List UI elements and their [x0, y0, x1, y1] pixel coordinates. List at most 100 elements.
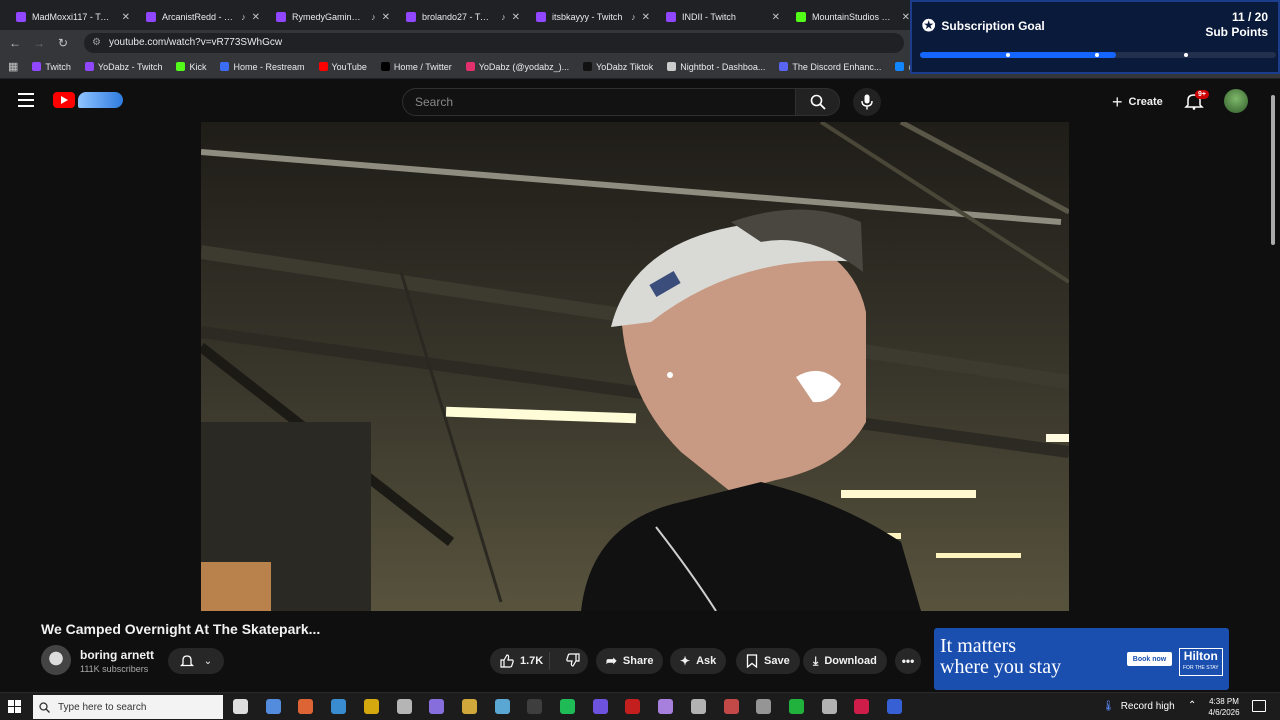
browser-tab[interactable]: INDII - Twitch ✕: [658, 4, 788, 30]
browser-tab[interactable]: MadMoxxi117 - Twitch ✕: [8, 4, 138, 30]
browser-tab[interactable]: RymedyGaming - Twitch ♪ ✕: [268, 4, 398, 30]
create-button[interactable]: + Create: [1102, 89, 1173, 115]
ad-book-now-button[interactable]: Book now: [1127, 652, 1172, 666]
browser-tab[interactable]: ArcanistRedd - Twitch ♪ ✕: [138, 4, 268, 30]
channel-avatar[interactable]: [41, 645, 71, 675]
channel-name[interactable]: boring arnett: [80, 648, 154, 662]
bookmark-favicon-icon: [465, 62, 475, 71]
tab-audio-icon[interactable]: ♪: [501, 12, 506, 22]
bookmark-favicon-icon: [318, 62, 328, 71]
twitch-icon: [406, 12, 416, 22]
tab-close-icon[interactable]: ✕: [382, 12, 390, 23]
bookmark-favicon-icon: [220, 62, 230, 71]
browser-tab[interactable]: MountainStudios Stream ✕: [788, 4, 918, 30]
bookmark-favicon-icon: [779, 62, 789, 71]
app-icon[interactable]: [821, 699, 837, 714]
weather-widget[interactable]: 🌡 Record high: [1102, 701, 1175, 712]
like-button[interactable]: 1.7K: [490, 652, 550, 670]
settings-icon[interactable]: [690, 699, 706, 714]
hamburger-menu-icon[interactable]: [18, 93, 34, 107]
kick-icon: [796, 12, 806, 22]
forward-icon[interactable]: →: [32, 36, 46, 50]
bookmark-item[interactable]: Twitch: [32, 62, 71, 72]
chrome-icon[interactable]: [363, 699, 379, 714]
file-explorer-icon[interactable]: [461, 699, 477, 714]
tray-overflow-icon[interactable]: ⌃: [1188, 700, 1196, 711]
task-view-icon[interactable]: [233, 699, 248, 714]
reload-icon[interactable]: ↻: [56, 36, 70, 50]
bookmark-item[interactable]: Nightbot - Dashboa...: [667, 62, 765, 72]
share-label: Share: [622, 655, 654, 667]
search-input[interactable]: Search: [402, 88, 796, 116]
windows-start-icon[interactable]: [8, 700, 22, 714]
tab-close-icon[interactable]: ✕: [772, 12, 780, 23]
save-button[interactable]: Save: [736, 648, 800, 674]
tab-audio-icon[interactable]: ♪: [631, 12, 636, 22]
firefox-icon[interactable]: [298, 699, 314, 714]
spotify-icon[interactable]: [560, 699, 575, 714]
bookmark-item[interactable]: Home - Restream: [220, 62, 305, 72]
discord-icon[interactable]: [592, 699, 608, 714]
taskbar-search[interactable]: Type here to search: [33, 695, 223, 719]
bookmark-item[interactable]: Kick: [176, 62, 206, 72]
bookmark-item[interactable]: YoDabz (@yodabz_)...: [465, 62, 569, 72]
back-icon[interactable]: ←: [8, 36, 22, 50]
more-actions-button[interactable]: •••: [895, 648, 921, 674]
site-info-icon[interactable]: ⚙: [92, 37, 101, 48]
bookmark-item[interactable]: YoDabz - Twitch: [84, 61, 163, 72]
share-button[interactable]: ➦ Share: [596, 648, 664, 674]
tab-title: brolando27 - Twitch: [422, 12, 496, 22]
tab-audio-icon[interactable]: ♪: [241, 12, 246, 22]
thumbs-down-icon: [566, 652, 580, 667]
edge-icon[interactable]: [331, 699, 347, 714]
app-icon[interactable]: [788, 699, 804, 714]
tab-close-icon[interactable]: ✕: [512, 12, 520, 23]
youtube-logo[interactable]: [53, 92, 75, 108]
app-icon[interactable]: [429, 699, 445, 714]
tiktok-icon[interactable]: [854, 699, 870, 714]
tab-close-icon[interactable]: ✕: [902, 12, 910, 23]
tab-audio-icon[interactable]: ♪: [371, 12, 376, 22]
ask-button[interactable]: ✦ Ask: [670, 648, 727, 674]
obs-icon[interactable]: [396, 699, 412, 714]
search-button[interactable]: [796, 88, 840, 116]
app-icon[interactable]: [887, 699, 902, 714]
steam-icon[interactable]: [494, 699, 510, 714]
notification-center-icon[interactable]: [1252, 700, 1266, 712]
bookmark-item[interactable]: The Discord Enhanc...: [779, 62, 881, 72]
tab-title: itsbkayyy - Twitch: [552, 12, 623, 22]
page-scrollbar[interactable]: [1270, 85, 1276, 695]
dislike-button[interactable]: [556, 652, 580, 670]
browser-tab[interactable]: itsbkayyy - Twitch ♪ ✕: [528, 4, 658, 30]
video-player[interactable]: [201, 122, 1069, 611]
subgoal-unit: Sub Points: [1205, 25, 1268, 39]
ad-headline-line2: where you stay: [940, 656, 1062, 678]
bookmark-label: YoDabz - Twitch: [97, 61, 163, 72]
app-icon[interactable]: [625, 699, 641, 714]
pen-icon[interactable]: [658, 699, 674, 714]
bookmark-item[interactable]: YoDabz Tiktok: [583, 62, 653, 72]
star-icon: ✪: [922, 18, 936, 35]
browser-tab[interactable]: brolando27 - Twitch ♪ ✕: [398, 4, 528, 30]
bookmark-favicon-icon: [32, 62, 42, 71]
apps-grid-icon[interactable]: ▦: [8, 60, 18, 73]
tab-close-icon[interactable]: ✕: [122, 12, 130, 23]
address-bar[interactable]: ⚙ youtube.com/watch?v=vR773SWhGcw: [84, 32, 904, 53]
download-button[interactable]: ⤓ Download: [803, 648, 887, 674]
youtube-doodle-icon[interactable]: [78, 92, 123, 108]
tab-close-icon[interactable]: ✕: [252, 12, 260, 23]
voice-search-button[interactable]: [853, 88, 881, 116]
app-icon[interactable]: [756, 699, 772, 714]
bookmark-item[interactable]: YouTube: [318, 62, 367, 72]
bookmark-favicon-icon: [176, 62, 186, 71]
copilot-icon[interactable]: [265, 699, 281, 714]
epic-games-icon[interactable]: [527, 699, 543, 714]
subscribed-bell-button[interactable]: ⌄: [168, 648, 224, 674]
app-icon[interactable]: [723, 699, 739, 714]
system-clock[interactable]: 4:38 PM 4/6/2026: [1204, 696, 1244, 718]
bookmark-item[interactable]: Home / Twitter: [380, 62, 452, 72]
sidebar-ad[interactable]: It matters where you stay Book now Hilto…: [934, 628, 1229, 690]
tab-close-icon[interactable]: ✕: [642, 12, 650, 23]
chevron-down-icon: ⌄: [203, 655, 213, 667]
account-avatar[interactable]: [1224, 89, 1248, 113]
